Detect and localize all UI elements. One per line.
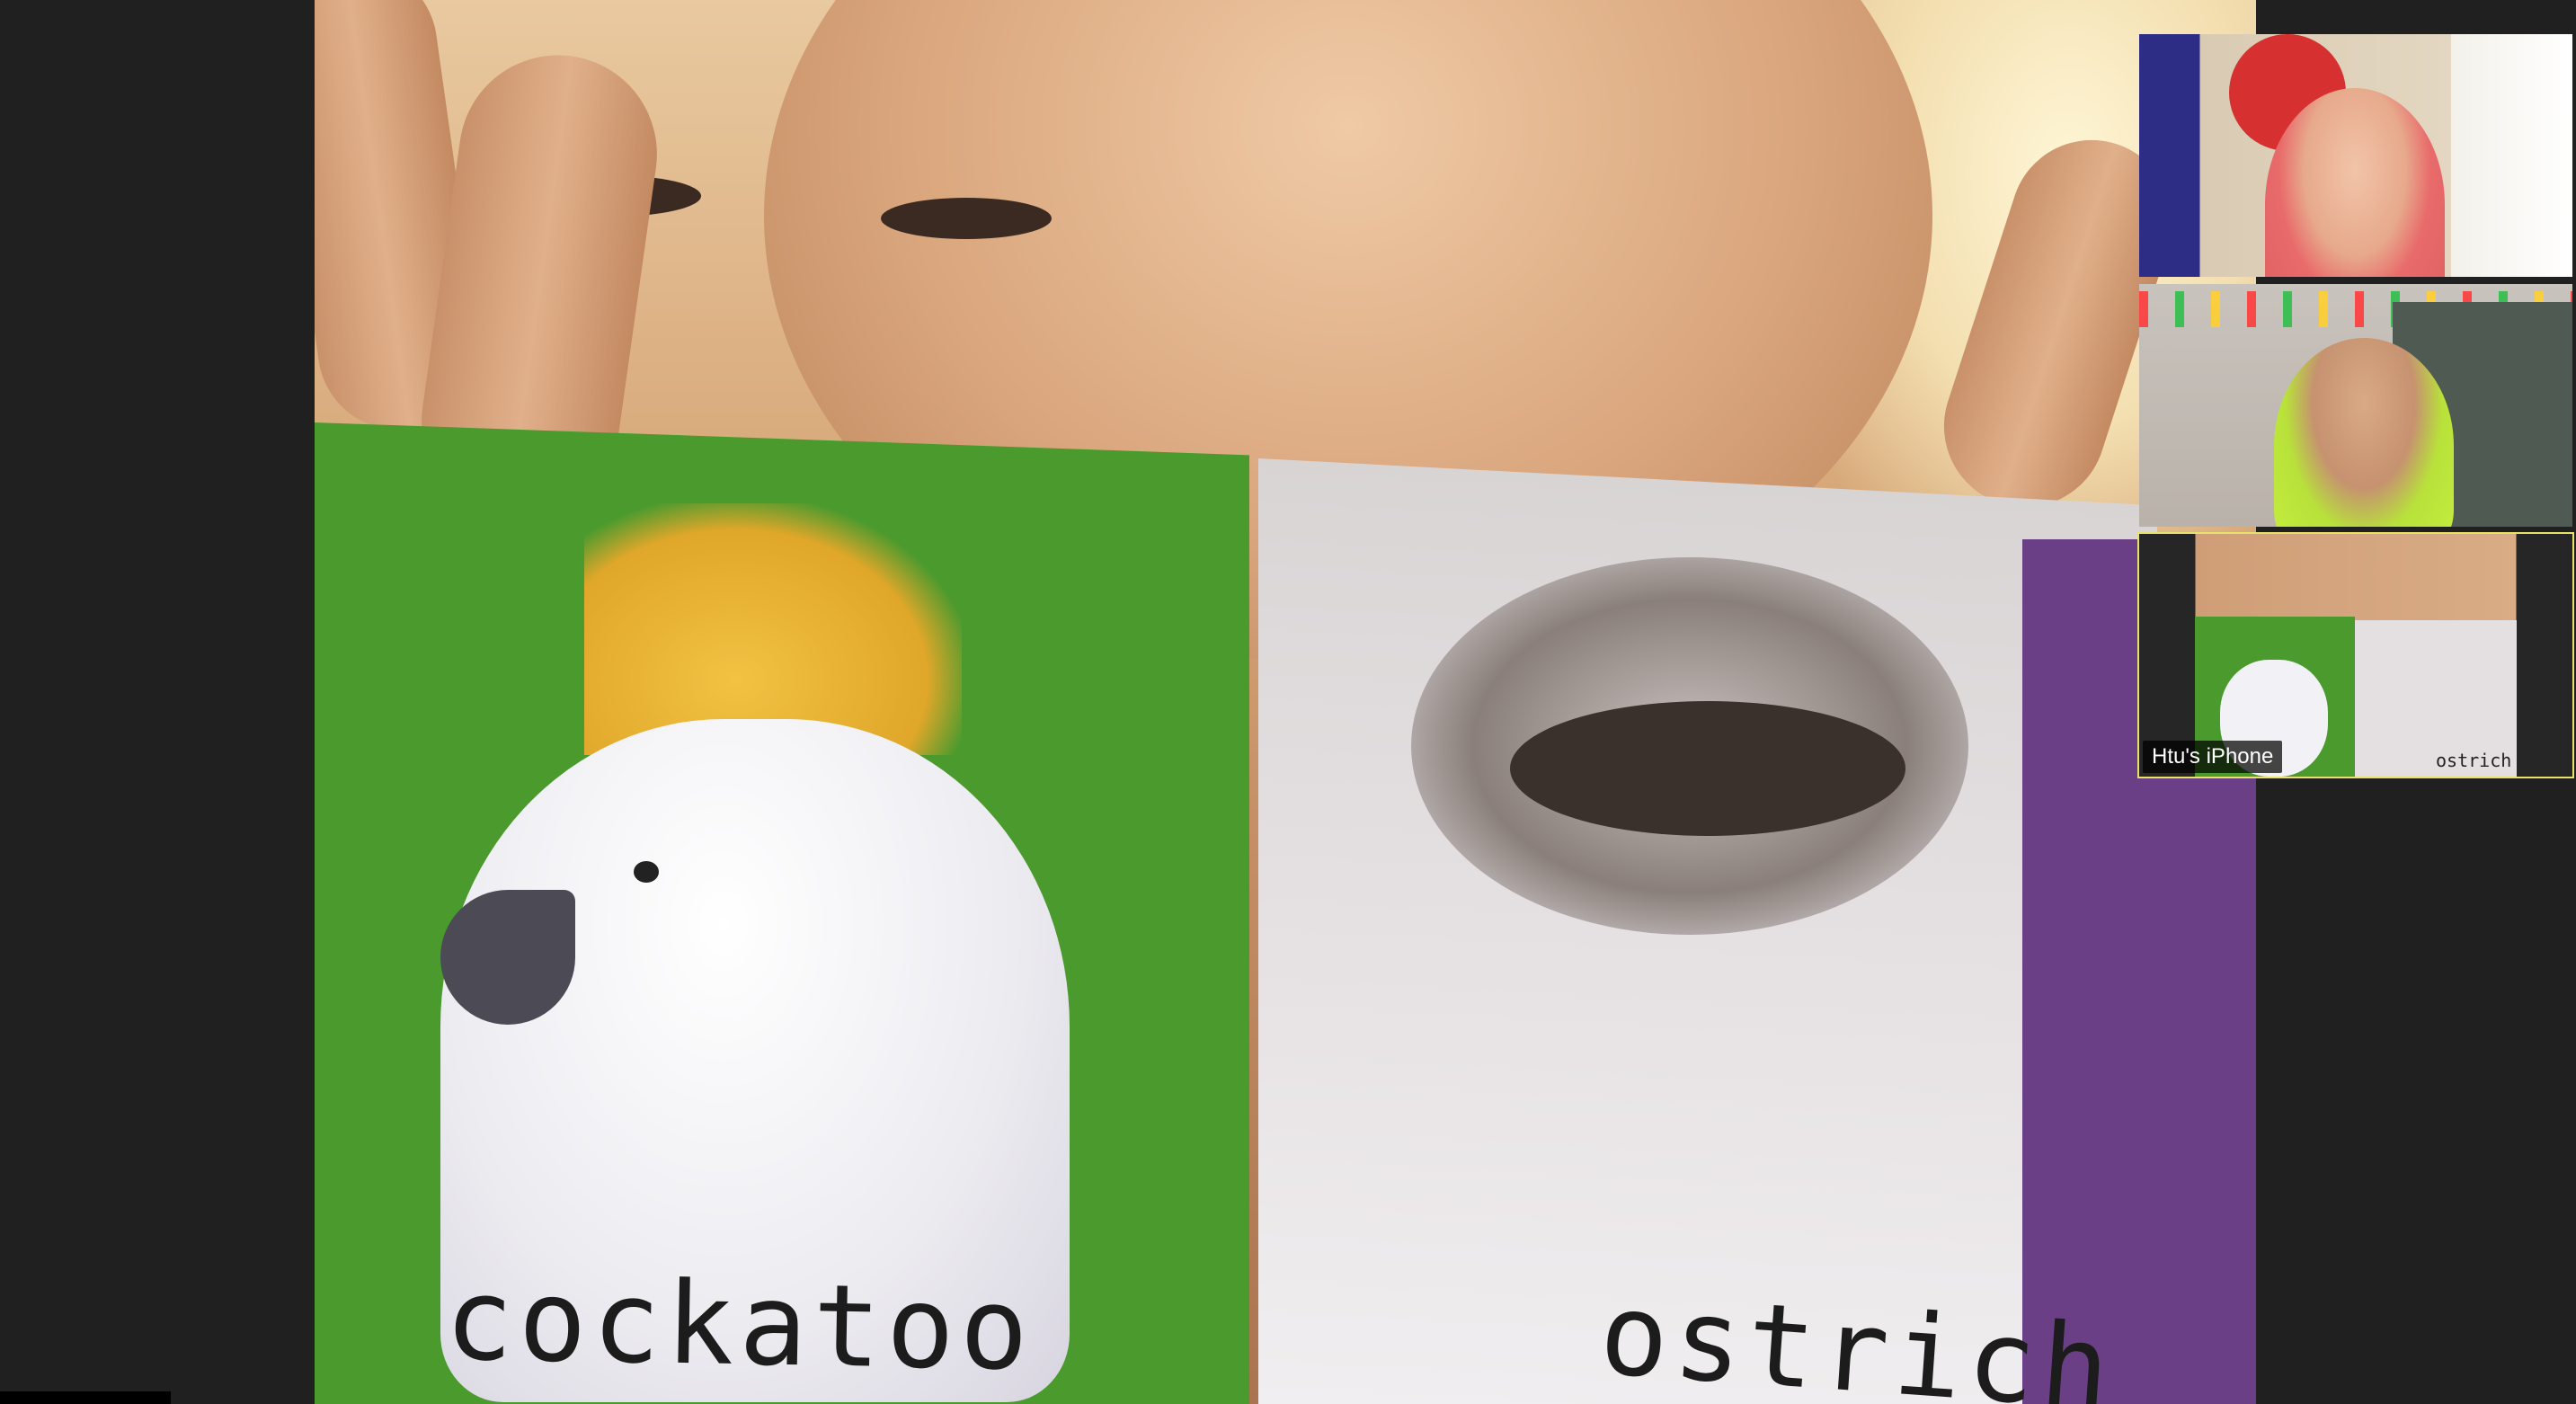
participant-tile-1[interactable] <box>2139 34 2572 277</box>
ostrich-beak <box>1510 701 1905 836</box>
cockatoo-eye <box>634 861 659 883</box>
cockatoo-card-label: cockatoo <box>443 1253 1035 1396</box>
participant-tile-3[interactable]: ostrich Htu's iPhone <box>2137 532 2574 778</box>
cockatoo-beak <box>440 890 575 1025</box>
main-speaker-video[interactable]: cockatoo ostrich <box>315 0 2256 1404</box>
participant-tile-2[interactable] <box>2139 284 2572 527</box>
video-call-window: cockatoo ostrich ostrich Htu's iPhone <box>0 0 2576 1404</box>
mini-ostrich-label: ostrich <box>2436 750 2512 771</box>
bottom-left-indicator <box>0 1391 171 1404</box>
cockatoo-crest <box>584 503 962 755</box>
participant-name-tag: Htu's iPhone <box>2143 741 2283 773</box>
speaker-right-eye <box>881 198 1052 239</box>
participant-gallery: ostrich Htu's iPhone <box>2137 34 2576 784</box>
